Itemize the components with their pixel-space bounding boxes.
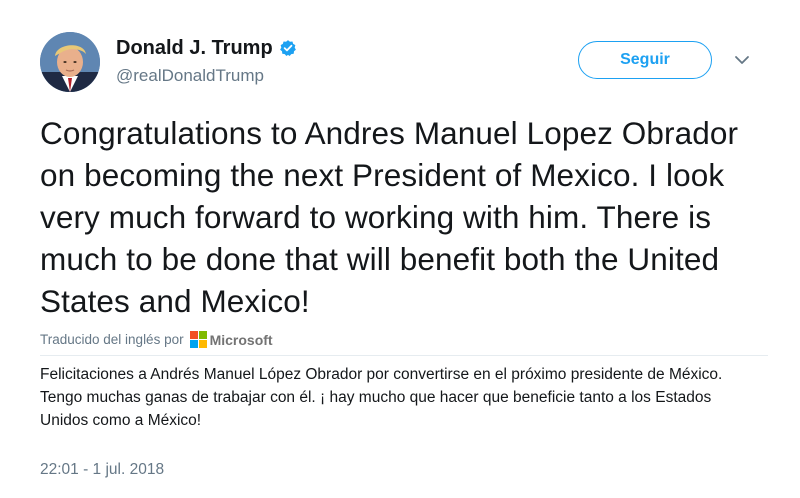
microsoft-logo[interactable]: Microsoft <box>189 331 273 348</box>
tweet-timestamp[interactable]: 22:01 - 1 jul. 2018 <box>40 461 164 479</box>
tweet-text: Congratulations to Andres Manuel Lopez O… <box>40 115 739 319</box>
user-handle[interactable]: @realDonaldTrump <box>116 66 297 86</box>
follow-button[interactable]: Seguir <box>578 41 712 79</box>
profile-photo-icon <box>40 32 100 92</box>
display-name[interactable]: Donald J. Trump <box>116 37 273 60</box>
user-names: Donald J. Trump @realDonaldTrump <box>116 33 297 86</box>
microsoft-logo-icon <box>189 331 207 348</box>
display-name-row: Donald J. Trump <box>116 33 297 63</box>
tweet-card: Donald J. Trump @realDonaldTrump Seguir … <box>0 0 800 498</box>
translation-attribution: Traducido del inglés por Microsoft <box>40 331 273 348</box>
translated-text: Felicitaciones a Andrés Manuel López Obr… <box>40 366 723 429</box>
chevron-down-icon[interactable] <box>733 51 751 69</box>
translation-provider: Microsoft <box>209 331 273 348</box>
verified-badge-icon <box>279 39 297 57</box>
tweet-header: Donald J. Trump @realDonaldTrump Seguir <box>40 26 770 106</box>
translation-divider <box>40 355 768 356</box>
translation-label: Traducido del inglés por <box>40 332 184 347</box>
avatar[interactable] <box>40 32 100 92</box>
